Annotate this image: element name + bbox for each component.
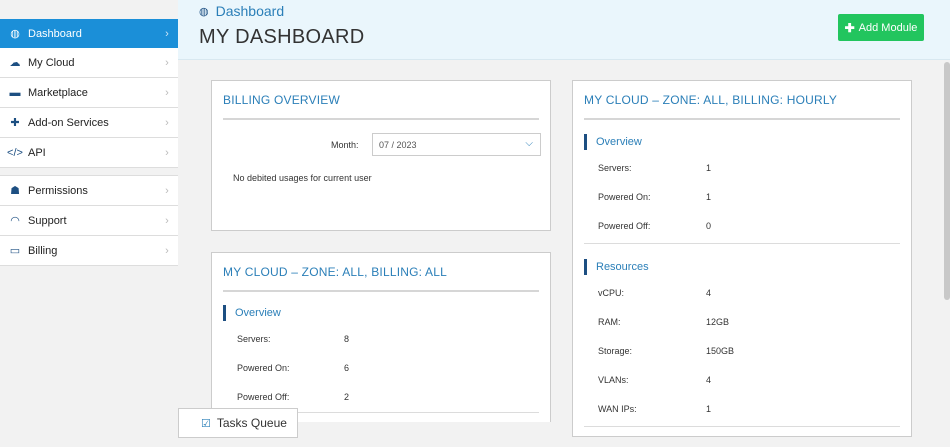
powered-off-label: Powered Off: xyxy=(598,221,651,231)
sidebar-item-label: My Cloud xyxy=(28,56,75,69)
month-select[interactable]: 07 / 2023 ⌵ xyxy=(372,133,541,156)
vcpu-value: 4 xyxy=(706,288,712,298)
checkbox-icon: ☑ xyxy=(201,417,211,430)
panel-title: MY CLOUD – ZONE: ALL, BILLING: HOURLY xyxy=(584,93,838,107)
panel-divider xyxy=(223,290,539,292)
empty-usage-message: No debited usages for current user xyxy=(233,173,372,183)
breadcrumb-label: Dashboard xyxy=(215,3,285,19)
sidebar-divider xyxy=(0,168,178,176)
servers-value: 1 xyxy=(706,163,712,173)
scrollbar-thumb[interactable] xyxy=(944,62,950,300)
powered-on-value: 1 xyxy=(706,192,712,202)
sidebar-item-permissions[interactable]: ☗ Permissions › xyxy=(0,176,178,206)
add-module-label: Add Module xyxy=(858,21,918,34)
section-title: Resources xyxy=(596,261,649,273)
panel-title: MY CLOUD – ZONE: ALL, BILLING: ALL xyxy=(223,265,448,279)
servers-label: Servers: xyxy=(598,163,632,173)
chevron-down-icon: ⌵ xyxy=(525,138,533,149)
resources-section-header: Resources xyxy=(584,259,649,275)
section-title: Overview xyxy=(596,136,642,148)
breadcrumb[interactable]: ◍ Dashboard xyxy=(199,3,284,19)
sidebar-item-api[interactable]: </> API › xyxy=(0,138,178,168)
add-module-button[interactable]: ✚ Add Module xyxy=(838,14,924,41)
sidebar-item-label: Billing xyxy=(28,244,58,257)
chevron-right-icon: › xyxy=(165,244,169,257)
powered-off-value: 0 xyxy=(706,221,712,231)
wan-ips-label: WAN IPs: xyxy=(598,404,637,414)
cart-icon: ▬ xyxy=(9,86,21,99)
sidebar: ◍ Dashboard › ☁ My Cloud › ▬ Marketplace… xyxy=(0,0,178,447)
sidebar-item-marketplace[interactable]: ▬ Marketplace › xyxy=(0,78,178,108)
page-header: ◍ Dashboard MY DASHBOARD ✚ Add Module xyxy=(178,0,950,60)
sidebar-item-label: Marketplace xyxy=(28,86,88,99)
dashboard-icon: ◍ xyxy=(10,28,20,40)
cloud-icon: ☁ xyxy=(9,57,21,69)
panel-title: BILLING OVERVIEW xyxy=(223,93,341,107)
servers-label: Servers: xyxy=(237,334,271,344)
chevron-right-icon: › xyxy=(165,86,169,99)
powered-on-value: 6 xyxy=(344,363,350,373)
vcpu-label: vCPU: xyxy=(598,288,625,298)
vlans-value: 4 xyxy=(706,375,712,385)
sidebar-item-my-cloud[interactable]: ☁ My Cloud › xyxy=(0,48,178,78)
month-select-value: 07 / 2023 xyxy=(379,139,417,150)
sidebar-item-label: Permissions xyxy=(28,184,88,197)
powered-on-label: Powered On: xyxy=(237,363,290,373)
sidebar-item-dashboard[interactable]: ◍ Dashboard › xyxy=(0,19,178,48)
credit-card-icon: ▭ xyxy=(9,245,21,257)
code-icon: </> xyxy=(7,146,23,159)
servers-value: 8 xyxy=(344,334,350,344)
chevron-right-icon: › xyxy=(165,27,169,40)
sidebar-item-label: Add-on Services xyxy=(28,116,109,129)
month-label: Month: xyxy=(331,140,359,150)
overview-section-header: Overview xyxy=(223,305,281,321)
panel-divider xyxy=(223,118,539,120)
section-accent-bar xyxy=(223,305,226,321)
sidebar-item-label: Support xyxy=(28,214,67,227)
section-divider xyxy=(584,426,900,427)
section-accent-bar xyxy=(584,259,587,275)
cloud-hourly-panel: MY CLOUD – ZONE: ALL, BILLING: HOURLY Ov… xyxy=(572,80,912,437)
powered-off-value: 2 xyxy=(344,392,350,402)
powered-off-label: Powered Off: xyxy=(237,392,290,402)
tasks-queue-label: Tasks Queue xyxy=(216,416,287,430)
sidebar-item-billing[interactable]: ▭ Billing › xyxy=(0,236,178,266)
section-title: Overview xyxy=(235,307,281,319)
panel-divider xyxy=(584,118,900,120)
dashboard-icon: ◍ xyxy=(199,5,209,18)
storage-label: Storage: xyxy=(598,346,633,356)
sidebar-item-label: Dashboard xyxy=(28,27,82,40)
section-accent-bar xyxy=(584,134,587,150)
sidebar-item-label: API xyxy=(28,146,46,159)
chevron-right-icon: › xyxy=(165,146,169,159)
sidebar-item-add-on-services[interactable]: ✚ Add-on Services › xyxy=(0,108,178,138)
page-title: MY DASHBOARD xyxy=(199,26,365,48)
wan-ips-value: 1 xyxy=(706,404,712,414)
chevron-right-icon: › xyxy=(165,184,169,197)
overview-section-header: Overview xyxy=(584,134,642,150)
chevron-right-icon: › xyxy=(165,214,169,227)
headset-icon: ◠ xyxy=(10,215,20,227)
chevron-right-icon: › xyxy=(165,116,169,129)
cloud-all-panel: MY CLOUD – ZONE: ALL, BILLING: ALL Overv… xyxy=(211,252,551,422)
users-icon: ☗ xyxy=(10,185,20,197)
vlans-label: VLANs: xyxy=(598,375,629,385)
tasks-queue-button[interactable]: ☑ Tasks Queue xyxy=(178,408,298,438)
sidebar-item-support[interactable]: ◠ Support › xyxy=(0,206,178,236)
section-divider xyxy=(584,243,900,244)
puzzle-icon: ✚ xyxy=(10,117,20,129)
chevron-right-icon: › xyxy=(165,56,169,69)
sidebar-top-spacer xyxy=(0,0,178,19)
ram-value: 12GB xyxy=(706,317,730,327)
ram-label: RAM: xyxy=(598,317,621,327)
plus-icon: ✚ xyxy=(844,20,855,35)
storage-value: 150GB xyxy=(706,346,735,356)
billing-overview-panel: BILLING OVERVIEW Month: 07 / 2023 ⌵ No d… xyxy=(211,80,551,231)
powered-on-label: Powered On: xyxy=(598,192,651,202)
